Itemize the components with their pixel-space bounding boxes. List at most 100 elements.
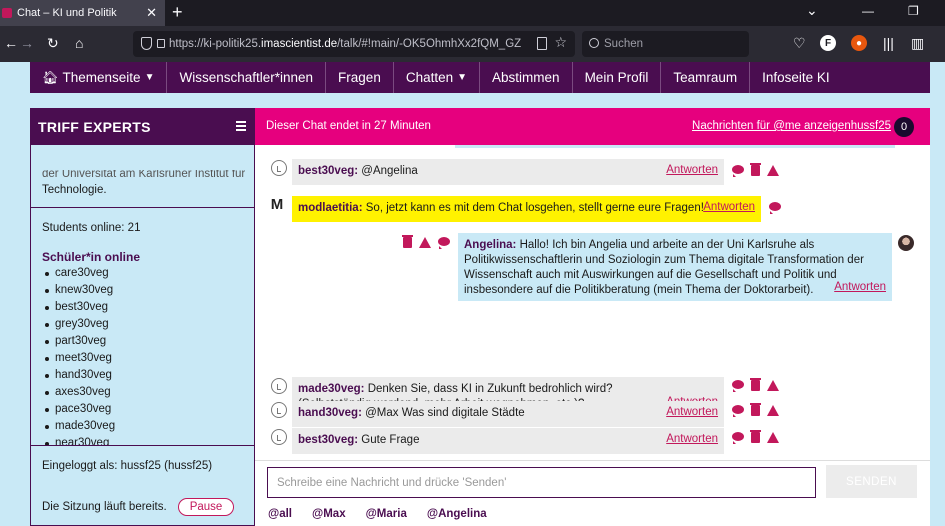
reply-bubble-icon[interactable]: [732, 405, 744, 417]
nav-teamraum[interactable]: Teamraum: [661, 62, 751, 93]
chat-message: modlaetitia: So, jetzt kann es mit dem C…: [292, 196, 761, 222]
list-item: part30veg: [45, 333, 235, 350]
back-arrow-icon[interactable]: ←: [4, 35, 18, 51]
message-input[interactable]: Schreibe eine Nachricht und drücke 'Send…: [267, 467, 816, 498]
report-warning-icon[interactable]: [767, 405, 779, 416]
browser-navbar: ← → ↻ ⌂ https://ki-politik25. imascientis…: [0, 26, 945, 62]
forward-arrow-icon[interactable]: →: [20, 35, 34, 51]
search-placeholder: Suchen: [604, 38, 644, 50]
tab-list-chevron-icon[interactable]: ⌄: [806, 2, 818, 19]
new-tab-button[interactable]: +: [172, 2, 183, 23]
nav-themenseite[interactable]: 🏠︎ Themenseite ▼: [30, 62, 168, 93]
chat-header: Dieser Chat endet in 27 Minuten Nachrich…: [255, 108, 930, 145]
expert-avatar-icon: [898, 235, 914, 251]
message-text: So, jetzt kann es mit dem Chat losgehen,…: [365, 202, 704, 214]
tab-close-icon[interactable]: ✕: [146, 5, 157, 21]
message-author: made30veg:: [298, 383, 365, 395]
sidebar-intro-cut: der Universität am Karlsruher Institut f…: [42, 170, 246, 178]
web-page: 🏠︎ Themenseite ▼ Wissenschaftler*innen F…: [0, 62, 945, 526]
reply-bubble-icon[interactable]: [438, 237, 450, 249]
message-author: modlaetitia:: [298, 202, 363, 214]
url-bar[interactable]: https://ki-politik25. imascientist.de/tal…: [133, 31, 575, 57]
sidebar-header: TRIFF EXPERTS: [31, 108, 256, 145]
send-button[interactable]: SENDEN: [826, 465, 917, 498]
nav-wissenschaftler[interactable]: Wissenschaftler*innen: [167, 62, 327, 93]
user-avatar-icon: [271, 378, 287, 394]
mention-angelina[interactable]: @Angelina: [427, 508, 487, 520]
message-text: @Angelina: [361, 165, 418, 177]
nav-label: Chatten: [405, 70, 454, 85]
reply-link[interactable]: Antworten: [666, 164, 718, 176]
students-online-count: Students online: 21: [42, 222, 141, 234]
lock-icon[interactable]: [157, 39, 165, 48]
sidebar-divider: [31, 207, 256, 208]
report-warning-icon[interactable]: [767, 165, 779, 176]
url-prefix: https://ki-politik25.: [169, 38, 262, 50]
list-item: best30veg: [45, 299, 235, 316]
user-avatar-icon: [271, 402, 287, 418]
list-item: knew30veg: [45, 282, 235, 299]
browser-tab-active[interactable]: Chat – KI und Politik ✕: [0, 0, 165, 26]
reply-bubble-icon[interactable]: [769, 202, 781, 214]
window-minimize-button[interactable]: —: [862, 4, 874, 18]
window-restore-button[interactable]: ❐: [908, 4, 919, 18]
reply-link[interactable]: Antworten: [703, 201, 755, 213]
page-right-margin: [930, 62, 945, 526]
reload-icon[interactable]: ↻: [47, 35, 59, 52]
report-warning-icon[interactable]: [419, 237, 431, 248]
trash-icon[interactable]: [402, 235, 413, 248]
menu-icon[interactable]: [236, 121, 246, 131]
tracking-shield-icon[interactable]: [141, 37, 152, 50]
message-author: hand30veg:: [298, 407, 362, 419]
message-text: @Max Was sind digitale Städte: [365, 407, 525, 419]
trash-icon[interactable]: [750, 403, 761, 416]
extensions-icon[interactable]: ▥: [911, 35, 924, 52]
list-item: meet30veg: [45, 350, 235, 367]
library-icon[interactable]: |||: [883, 35, 894, 51]
mention-max[interactable]: @Max: [312, 508, 346, 520]
show-mentions-link[interactable]: Nachrichten für @me anzeigenhussf25: [692, 120, 891, 132]
extension-duckduckgo-icon[interactable]: ●: [851, 35, 867, 51]
reply-bubble-icon[interactable]: [732, 165, 744, 177]
list-item: axes30veg: [45, 384, 235, 401]
reply-link[interactable]: Antworten: [666, 406, 718, 418]
browser-search-input[interactable]: Suchen: [582, 31, 749, 57]
search-icon: [589, 38, 599, 48]
trash-icon[interactable]: [750, 163, 761, 176]
mention-all[interactable]: @all: [268, 508, 292, 520]
sidebar-intro-text: Technologie.: [42, 184, 107, 196]
reader-view-icon[interactable]: [537, 37, 547, 50]
nav-label: Abstimmen: [492, 70, 560, 85]
nav-chatten[interactable]: Chatten ▼: [394, 62, 481, 93]
nav-abstimmen[interactable]: Abstimmen: [480, 62, 573, 93]
pupils-online-list[interactable]: care30veg knew30veg best30veg grey30veg …: [45, 265, 235, 445]
reply-bubble-icon[interactable]: [732, 380, 744, 392]
browser-tabbar: Chat – KI und Politik ✕ + ⌄ — ❐: [0, 0, 945, 26]
message-author: best30veg:: [298, 165, 359, 177]
previous-message-edge: [455, 145, 895, 148]
message-actions: [732, 403, 779, 417]
chat-message: best30veg: @Angelina Antworten: [292, 159, 724, 185]
report-warning-icon[interactable]: [767, 380, 779, 391]
pause-button[interactable]: Pause: [178, 498, 234, 516]
moderator-avatar-icon: M: [269, 195, 285, 213]
extension-f-icon[interactable]: F: [820, 35, 836, 51]
list-item: care30veg: [45, 265, 235, 282]
nav-label: Mein Profil: [584, 70, 649, 85]
pocket-icon[interactable]: ♡: [793, 35, 806, 52]
nav-fragen[interactable]: Fragen: [326, 62, 394, 93]
user-avatar-icon: [271, 160, 287, 176]
home-icon[interactable]: ⌂: [75, 35, 83, 51]
list-item: hand30veg: [45, 367, 235, 384]
nav-infoseite-ki[interactable]: Infoseite KI: [750, 62, 842, 93]
trash-icon[interactable]: [750, 378, 761, 391]
mention-maria[interactable]: @Maria: [366, 508, 407, 520]
nav-label: Infoseite KI: [762, 70, 830, 85]
list-item: pace30veg: [45, 401, 235, 418]
reply-link[interactable]: Antworten: [834, 281, 886, 293]
mentions-count-badge: 0: [894, 117, 914, 137]
message-actions: [769, 202, 781, 214]
bookmark-star-icon[interactable]: ☆: [554, 34, 567, 51]
list-item: made30veg: [45, 418, 235, 435]
nav-mein-profil[interactable]: Mein Profil: [573, 62, 662, 93]
